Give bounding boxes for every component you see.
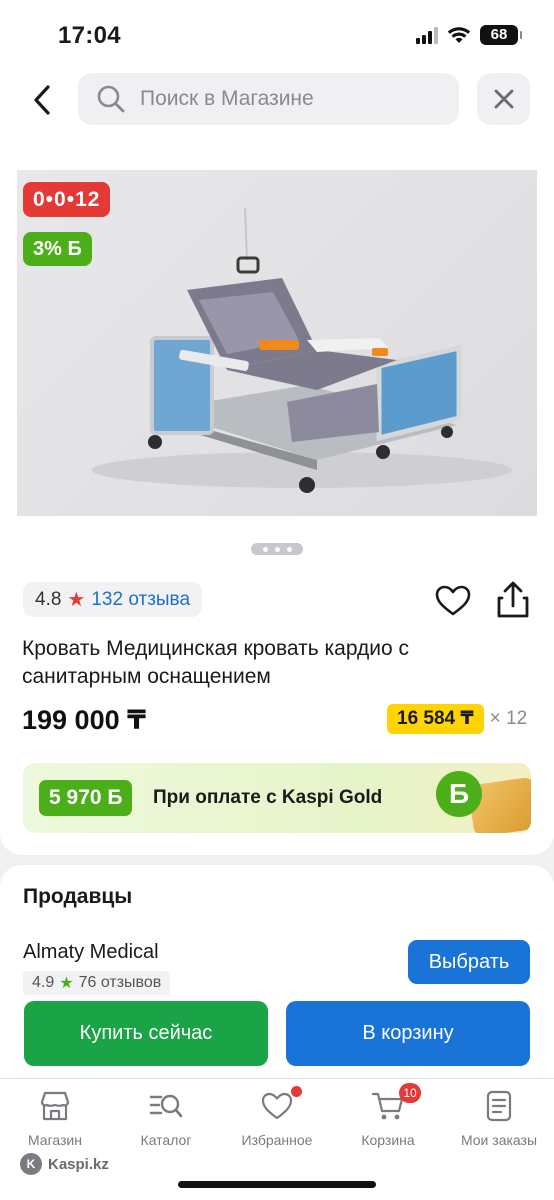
heart-icon [260,1086,302,1123]
pager-dot [286,546,292,552]
kaspi-logo-icon: K [20,1153,42,1175]
tab-label: Избранное [241,1132,313,1148]
add-to-cart-button[interactable]: В корзину [286,1001,530,1066]
favorites-dot-badge [291,1086,302,1097]
tab-catalog[interactable]: Каталог [111,1089,221,1148]
seller-name[interactable]: Almaty Medical [23,941,159,964]
product-price: 199 000 ₸ [22,705,146,735]
pager-dot [274,546,280,552]
share-button[interactable] [494,580,532,620]
wifi-icon [447,27,471,43]
kaspi-gold-banner[interactable]: 5 970 Б При оплате с Kaspi Gold Б [23,763,531,833]
share-icon [497,581,529,618]
image-pager[interactable] [251,543,303,555]
status-icons: 68 [416,25,522,45]
product-title: Кровать Медицинская кровать кардио с сан… [22,637,410,688]
tab-label: Корзина [361,1132,415,1148]
gold-banner-text: При оплате с Kaspi Gold [153,787,383,808]
favorite-button[interactable] [434,582,472,620]
store-icon [38,1089,72,1123]
choose-seller-button[interactable]: Выбрать [408,940,530,984]
catalog-search-icon [149,1089,183,1123]
cellular-signal-icon [416,26,438,44]
cart-count-badge: 10 [399,1083,421,1103]
star-icon: ★ [67,589,86,611]
battery-icon: 68 [480,25,522,45]
star-icon: ★ [59,975,74,992]
installment-amount: 16 584 ₸ [387,704,484,734]
tab-cart[interactable]: 10 Корзина [333,1083,443,1148]
rating-score: 4.8 [35,588,62,610]
installment-months: × 12 [489,708,528,729]
product-card: 0•0•12 3% Б 4.8 ★ 132 отзыва Кровать Мед… [0,160,554,855]
seller-rating-score: 4.9 [32,974,55,991]
sellers-title: Продавцы [23,885,133,908]
buy-now-button[interactable]: Купить сейчас [24,1001,268,1066]
tab-label: Мои заказы [460,1132,538,1148]
seller-rating: 4.9 ★ 76 отзывов [23,971,171,995]
close-icon [494,89,513,109]
watermark-text: Kaspi.kz [48,1155,109,1173]
tab-store[interactable]: Магазин [0,1089,110,1148]
tab-orders[interactable]: Мои заказы [444,1089,554,1148]
tab-label: Магазин [27,1132,82,1148]
rating-pill[interactable]: 4.8 ★ 132 отзыва [23,582,203,617]
reviews-link[interactable]: 132 отзыва [91,589,190,611]
search-input[interactable] [140,87,430,111]
close-search-button[interactable] [477,73,530,125]
timer-badge: 0•0•12 [23,182,111,217]
tab-favorites[interactable]: Избранное [222,1086,332,1148]
search-icon [97,85,125,113]
orders-icon [482,1089,516,1123]
status-time: 17:04 [58,22,121,49]
search-box[interactable] [78,73,459,125]
gold-bonus-chip: 5 970 Б [39,780,133,816]
chevron-left-icon [34,85,50,115]
header [0,70,554,160]
installment-info[interactable]: 16 584 ₸ × 12 [387,704,527,734]
bonus-coin-icon: Б [436,771,482,817]
home-indicator [178,1181,376,1188]
medical-bed-image [92,207,512,493]
heart-outline-icon [435,585,471,616]
kaspi-watermark: K Kaspi.kz [20,1153,109,1175]
cart-icon: 10 [371,1083,421,1123]
back-button[interactable] [24,80,60,120]
seller-reviews: 76 отзывов [78,974,162,991]
pager-dot [262,546,268,552]
bonus-percent-badge: 3% Б [23,232,92,266]
product-image[interactable]: 0•0•12 3% Б [17,170,537,516]
tab-label: Каталог [140,1132,192,1148]
status-bar: 17:04 68 [0,0,554,70]
